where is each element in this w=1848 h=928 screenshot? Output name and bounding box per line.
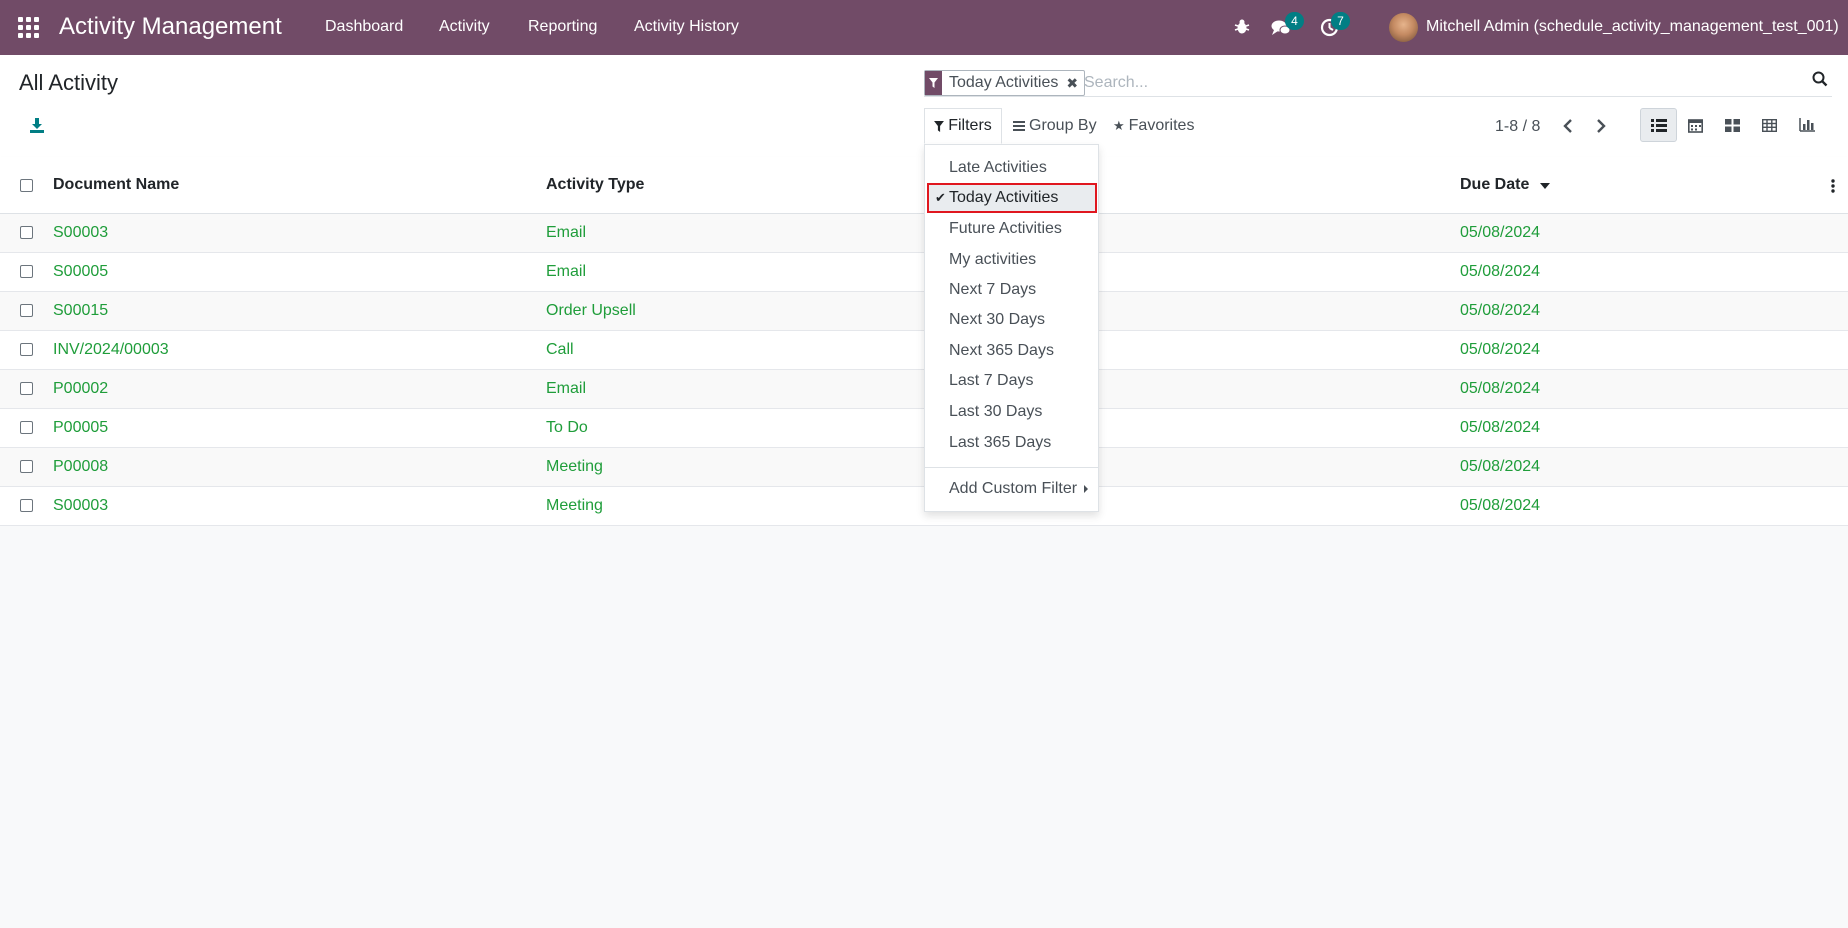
page-title: All Activity	[19, 70, 119, 95]
document-name-cell[interactable]: S00003	[53, 497, 108, 515]
activities-badge: 7	[1331, 12, 1350, 30]
activity-type-cell[interactable]: To Do	[546, 419, 588, 437]
activity-type-cell[interactable]: Email	[546, 263, 586, 281]
filter-next-30-days[interactable]: Next 30 Days	[925, 305, 1098, 335]
row-checkbox[interactable]	[20, 226, 33, 239]
apps-menu-icon[interactable]	[18, 17, 40, 39]
row-checkbox[interactable]	[20, 343, 33, 356]
pivot-view-button[interactable]	[1751, 108, 1788, 142]
activity-type-cell[interactable]: Call	[546, 341, 574, 359]
search-bar: Today Activities ✖	[924, 67, 1832, 97]
filter-last-7-days[interactable]: Last 7 Days	[925, 366, 1098, 396]
menu-reporting[interactable]: Reporting	[528, 18, 597, 36]
due-date-cell: 05/08/2024	[1460, 302, 1541, 319]
column-document-name[interactable]: Document Name	[53, 176, 179, 194]
filter-last-365-days[interactable]: Last 365 Days	[925, 428, 1098, 458]
messages-badge: 4	[1285, 12, 1304, 30]
due-date-cell: 05/08/2024	[1460, 341, 1541, 358]
column-due-date-label: Due Date	[1460, 176, 1530, 193]
list-view-icon	[1650, 118, 1667, 132]
calendar-view-button[interactable]	[1677, 108, 1714, 142]
download-icon[interactable]	[29, 117, 45, 133]
document-name-cell[interactable]: S00015	[53, 302, 108, 320]
select-all-checkbox[interactable]	[20, 179, 33, 192]
due-date-cell: 05/08/2024	[1460, 458, 1541, 475]
top-navbar: Activity Management Dashboard Activity R…	[0, 0, 1848, 55]
graph-view-button[interactable]	[1788, 108, 1825, 142]
pivot-table-icon	[1762, 118, 1777, 132]
checkmark-icon: ✔	[935, 190, 946, 205]
row-checkbox[interactable]	[20, 382, 33, 395]
user-menu[interactable]: Mitchell Admin (schedule_activity_manage…	[1426, 18, 1839, 36]
row-checkbox[interactable]	[20, 304, 33, 317]
row-checkbox[interactable]	[20, 460, 33, 473]
calendar-view-icon	[1688, 118, 1703, 133]
star-icon: ★	[1113, 118, 1125, 133]
filter-next-7-days[interactable]: Next 7 Days	[925, 275, 1098, 305]
document-name-cell[interactable]: S00005	[53, 263, 108, 281]
due-date-cell: 05/08/2024	[1460, 419, 1541, 436]
kanban-view-icon	[1725, 118, 1740, 132]
group-by-button[interactable]: Group By	[1013, 108, 1097, 144]
search-facet: Today Activities ✖	[924, 70, 1086, 96]
control-panel: All Activity Today Activities ✖ Filters …	[0, 55, 1848, 158]
document-name-cell[interactable]: P00005	[53, 419, 108, 437]
filter-icon	[925, 71, 942, 95]
filter-late-activities[interactable]: Late Activities	[925, 153, 1098, 183]
dropdown-divider	[925, 467, 1098, 468]
due-date-cell: 05/08/2024	[1460, 224, 1541, 241]
pager-next-icon[interactable]	[1595, 119, 1607, 133]
pager-value[interactable]: 1-8 / 8	[1495, 118, 1540, 136]
add-custom-filter-label: Add Custom Filter	[949, 480, 1078, 497]
kanban-view-button[interactable]	[1714, 108, 1751, 142]
filter-next-365-days[interactable]: Next 365 Days	[925, 336, 1098, 366]
due-date-cell: 05/08/2024	[1460, 263, 1541, 280]
document-name-cell[interactable]: INV/2024/00003	[53, 341, 169, 359]
search-icon[interactable]	[1812, 71, 1828, 87]
activity-type-cell[interactable]: Email	[546, 224, 586, 242]
row-checkbox[interactable]	[20, 265, 33, 278]
filter-today-activities[interactable]: ✔ Today Activities	[927, 183, 1097, 213]
activity-type-cell[interactable]: Meeting	[546, 458, 603, 476]
facet-label: Today Activities	[949, 74, 1059, 91]
favorites-button[interactable]: ★ Favorites	[1113, 108, 1194, 144]
filters-dropdown: Late Activities ✔ Today Activities Futur…	[924, 144, 1099, 512]
filter-last-30-days[interactable]: Last 30 Days	[925, 397, 1098, 427]
due-date-cell: 05/08/2024	[1460, 380, 1541, 397]
activity-type-cell[interactable]: Order Upsell	[546, 302, 636, 320]
due-date-cell: 05/08/2024	[1460, 497, 1541, 514]
bar-chart-icon	[1798, 118, 1815, 132]
filters-toggle-button[interactable]: Filters	[924, 108, 1002, 144]
row-checkbox[interactable]	[20, 421, 33, 434]
menu-activity[interactable]: Activity	[439, 18, 490, 36]
debug-bug-icon[interactable]	[1234, 18, 1250, 35]
group-by-bars-icon	[1013, 121, 1025, 131]
app-title[interactable]: Activity Management	[59, 13, 282, 41]
sort-descending-icon	[1539, 183, 1550, 189]
pager-previous-icon[interactable]	[1562, 119, 1574, 133]
group-by-label: Group By	[1029, 117, 1097, 134]
activity-type-cell[interactable]: Meeting	[546, 497, 603, 515]
activity-type-cell[interactable]: Email	[546, 380, 586, 398]
optional-columns-icon[interactable]	[1831, 179, 1835, 193]
document-name-cell[interactable]: P00008	[53, 458, 108, 476]
search-input[interactable]	[1082, 70, 1786, 96]
filter-my-activities[interactable]: My activities	[925, 245, 1098, 275]
menu-activity-history[interactable]: Activity History	[634, 18, 739, 36]
user-avatar[interactable]	[1389, 13, 1418, 42]
caret-right-icon	[1084, 485, 1088, 493]
list-view-button[interactable]	[1640, 108, 1677, 142]
menu-dashboard[interactable]: Dashboard	[325, 18, 403, 36]
document-name-cell[interactable]: P00002	[53, 380, 108, 398]
filter-funnel-icon	[934, 120, 945, 132]
document-name-cell[interactable]: S00003	[53, 224, 108, 242]
favorites-label: Favorites	[1128, 117, 1195, 134]
column-activity-type[interactable]: Activity Type	[546, 176, 644, 194]
row-checkbox[interactable]	[20, 499, 33, 512]
filter-future-activities[interactable]: Future Activities	[925, 214, 1098, 244]
column-due-date[interactable]: Due Date	[1460, 176, 1550, 194]
filters-label: Filters	[948, 117, 992, 134]
filter-today-activities-label: Today Activities	[949, 189, 1059, 206]
add-custom-filter[interactable]: Add Custom Filter	[925, 474, 1098, 504]
